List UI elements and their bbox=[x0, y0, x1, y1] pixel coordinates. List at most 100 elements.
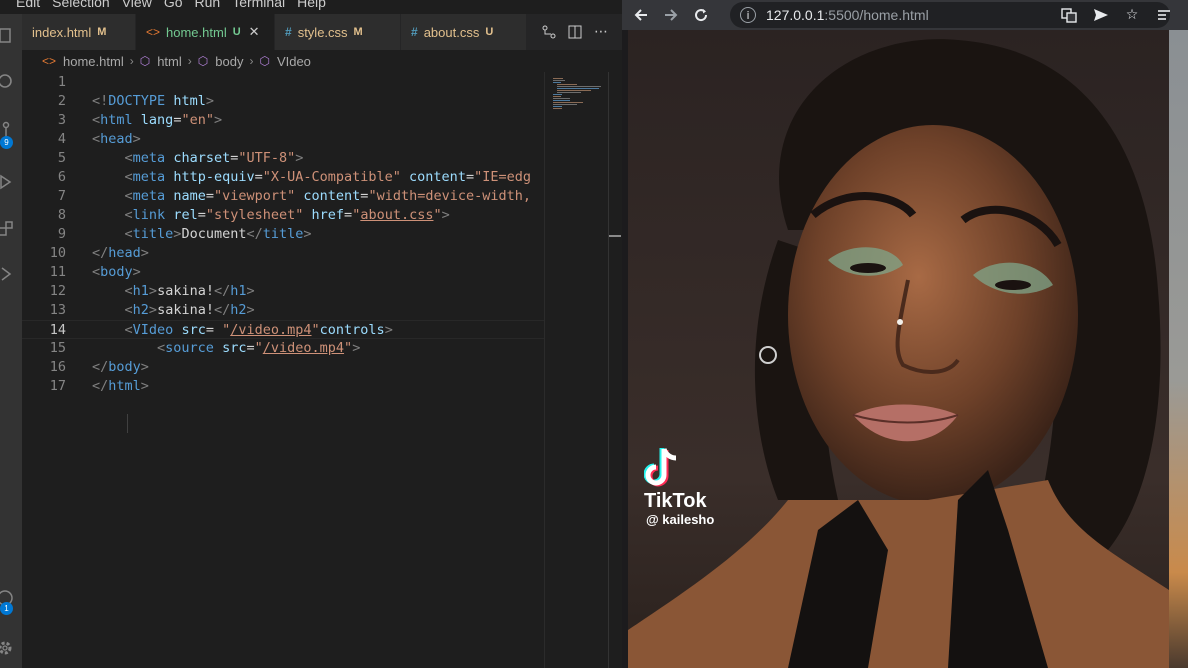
vscode-window: Edit Selection View Go Run Terminal Help… bbox=[0, 0, 622, 668]
open-changes-icon[interactable] bbox=[542, 25, 556, 39]
send-icon[interactable] bbox=[1092, 6, 1110, 24]
code-line[interactable]: 1 bbox=[22, 73, 544, 92]
menu-bar: Edit Selection View Go Run Terminal Help bbox=[0, 0, 622, 12]
code-token: h1 bbox=[230, 283, 247, 299]
code-editor[interactable]: 1 2 <!DOCTYPE html> 3 <html lang="en"> 4 <head… bbox=[22, 72, 544, 668]
code-token: < bbox=[124, 322, 133, 338]
more-actions-icon[interactable]: ⋯ bbox=[594, 24, 608, 40]
tab-index-html[interactable]: index.html M bbox=[22, 14, 136, 50]
split-editor-icon[interactable] bbox=[568, 25, 582, 39]
settings-gear-icon[interactable] bbox=[0, 638, 14, 658]
minimap-line bbox=[557, 84, 577, 85]
video-player[interactable]: TikTok @ kailesho bbox=[628, 30, 1169, 668]
explorer-icon[interactable] bbox=[0, 26, 14, 46]
code-token: link bbox=[132, 207, 166, 223]
code-token: "width=device-width, bbox=[368, 188, 531, 204]
code-token: VIdeo bbox=[132, 322, 174, 338]
code-line[interactable]: 14 <VIdeo src= "/video.mp4"controls> bbox=[22, 320, 544, 339]
css-file-icon: # bbox=[411, 25, 418, 39]
editor-scrollbar[interactable] bbox=[608, 72, 622, 668]
run-debug-icon[interactable] bbox=[0, 172, 14, 192]
code-line[interactable]: 6 <meta http-equiv="X-UA-Compatible" con… bbox=[22, 168, 544, 187]
close-icon[interactable]: ✕ bbox=[249, 24, 260, 40]
minimap-line bbox=[553, 94, 562, 95]
code-line[interactable]: 8 <link rel="stylesheet" href="about.css… bbox=[22, 206, 544, 225]
code-token: html bbox=[108, 378, 141, 394]
breadcrumb-video[interactable]: VIdeo bbox=[277, 54, 311, 69]
editor-actions: ⋯ bbox=[542, 14, 622, 50]
line-number: 8 bbox=[57, 207, 66, 223]
code-line[interactable]: 13 <h2>sakina!</h2> bbox=[22, 301, 544, 320]
minimap-line bbox=[553, 108, 562, 109]
tab-home-html[interactable]: <> home.html U ✕ bbox=[136, 14, 275, 50]
breadcrumb-body[interactable]: body bbox=[215, 54, 243, 69]
menu-view[interactable]: View bbox=[122, 0, 152, 10]
menu-edit[interactable]: Edit bbox=[16, 0, 40, 10]
minimap-line bbox=[553, 82, 561, 83]
adjacent-video-edge bbox=[1169, 30, 1188, 668]
minimap-line bbox=[553, 98, 570, 99]
address-bar[interactable]: i 127.0.0.1:5500/home.html ☆ bbox=[730, 2, 1170, 28]
remote-explorer-icon[interactable] bbox=[0, 264, 14, 284]
extensions-icon[interactable] bbox=[0, 220, 14, 240]
code-line[interactable]: 16 </body> bbox=[22, 358, 544, 377]
html-file-icon: <> bbox=[146, 25, 161, 39]
menu-run[interactable]: Run bbox=[195, 0, 221, 10]
code-token: title bbox=[132, 226, 174, 242]
code-token: > bbox=[148, 283, 158, 299]
code-token: about.css bbox=[360, 207, 434, 223]
menu-go[interactable]: Go bbox=[164, 0, 183, 10]
code-line[interactable]: 4 <head> bbox=[22, 130, 544, 149]
code-token: > bbox=[213, 112, 223, 128]
back-arrow-icon[interactable] bbox=[626, 0, 656, 30]
translate-icon[interactable] bbox=[1060, 6, 1078, 24]
code-token: "viewport" bbox=[213, 188, 296, 204]
code-line[interactable]: 9 <title>Document</title> bbox=[22, 225, 544, 244]
tab-style-css[interactable]: # style.css M bbox=[275, 14, 401, 50]
scroll-position-marker bbox=[609, 235, 621, 237]
code-token: charset bbox=[173, 150, 231, 166]
code-token: </ bbox=[92, 245, 109, 261]
minimap[interactable] bbox=[544, 72, 608, 668]
code-line[interactable]: 3 <html lang="en"> bbox=[22, 111, 544, 130]
forward-arrow-icon[interactable] bbox=[656, 0, 686, 30]
breadcrumb-html[interactable]: html bbox=[157, 54, 182, 69]
bookmark-star-icon[interactable]: ☆ bbox=[1123, 6, 1141, 24]
code-line[interactable]: 11 <body> bbox=[22, 263, 544, 282]
code-token: = bbox=[205, 188, 214, 204]
code-line[interactable]: 7 <meta name="viewport" content="width=d… bbox=[22, 187, 544, 206]
code-line[interactable]: 15 <source src="/video.mp4"> bbox=[22, 339, 544, 358]
code-token: h2 bbox=[132, 302, 149, 318]
menu-selection[interactable]: Selection bbox=[52, 0, 110, 10]
url-host: 127.0.0.1 bbox=[766, 7, 825, 23]
minimap-line bbox=[553, 100, 570, 101]
site-info-icon[interactable]: i bbox=[740, 7, 756, 23]
code-token: > bbox=[132, 131, 141, 147]
code-line[interactable]: 10 </head> bbox=[22, 244, 544, 263]
reload-icon[interactable] bbox=[686, 0, 716, 30]
menu-help[interactable]: Help bbox=[297, 0, 326, 10]
breadcrumb-file[interactable]: home.html bbox=[63, 54, 124, 69]
code-text: <!DOCTYPE html> bbox=[92, 92, 214, 111]
code-token: > bbox=[140, 245, 149, 261]
code-line[interactable]: 12 <h1>sakina!</h1> bbox=[22, 282, 544, 301]
code-line[interactable]: 2 <!DOCTYPE html> bbox=[22, 92, 544, 111]
code-token: "en" bbox=[181, 112, 214, 128]
code-line[interactable]: 5 <meta charset="UTF-8"> bbox=[22, 149, 544, 168]
minimap-line bbox=[557, 86, 601, 87]
menu-terminal[interactable]: Terminal bbox=[232, 0, 285, 10]
code-text: <meta http-equiv="X-UA-Compatible" conte… bbox=[92, 168, 531, 187]
tab-about-css[interactable]: # about.css U bbox=[401, 14, 527, 50]
reading-list-icon[interactable] bbox=[1155, 6, 1173, 24]
line-number: 11 bbox=[49, 264, 66, 280]
code-token: < bbox=[92, 131, 101, 147]
minimap-line bbox=[553, 102, 583, 103]
search-icon[interactable] bbox=[0, 72, 14, 92]
code-line[interactable]: 17 </html> bbox=[22, 377, 544, 396]
